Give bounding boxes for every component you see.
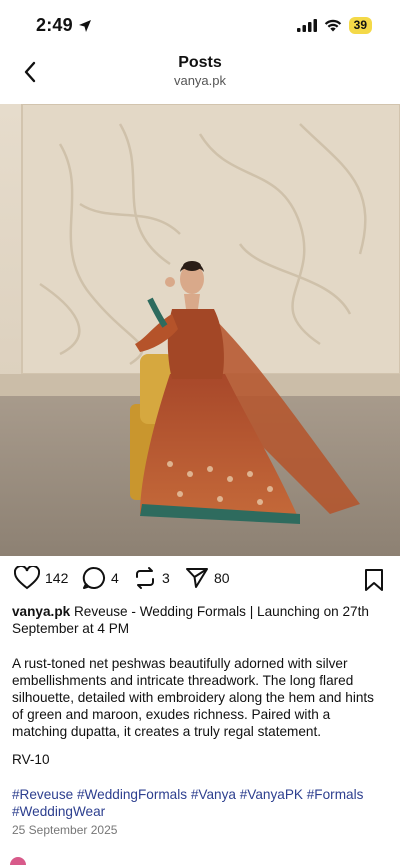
product-code: RV-10 <box>12 752 50 767</box>
status-time: 2:49 <box>36 15 92 36</box>
comment-count: 4 <box>111 570 119 586</box>
page-subtitle: vanya.pk <box>173 73 227 88</box>
battery-indicator: 39 <box>348 17 372 34</box>
page-title: Posts <box>178 54 222 71</box>
post-date: 25 September 2025 <box>12 823 118 837</box>
caption-username[interactable]: vanya.pk <box>12 604 70 619</box>
comment-icon <box>82 566 105 589</box>
action-bar: 142 4 3 80 <box>0 566 400 594</box>
like-count: 142 <box>45 570 69 586</box>
hashtags: #Reveuse #WeddingFormals #Vanya #VanyaPK… <box>12 786 387 820</box>
status-time-text: 2:49 <box>36 15 73 35</box>
hashtag-link[interactable]: #Vanya <box>191 787 236 802</box>
signal-icon <box>296 19 317 32</box>
hashtag-link[interactable]: #Reveuse <box>12 787 73 802</box>
send-icon <box>186 568 208 588</box>
wifi-icon <box>324 19 341 32</box>
bookmark-icon <box>365 569 383 591</box>
repost-count: 3 <box>162 570 170 586</box>
hashtag-link[interactable]: #WeddingWear <box>12 804 105 819</box>
nav-header: Posts vanya.pk <box>0 52 400 104</box>
avatar[interactable] <box>10 857 26 865</box>
post-description: A rust-toned net peshwas beautifully ado… <box>12 656 374 739</box>
post-photo <box>0 104 400 556</box>
hashtag-link[interactable]: #VanyaPK <box>240 787 303 802</box>
status-bar: 2:49 39 <box>0 0 400 52</box>
save-button[interactable] <box>364 568 384 597</box>
post-image[interactable] <box>0 104 400 556</box>
comment-button[interactable]: 4 <box>82 566 119 590</box>
heart-icon <box>14 566 40 590</box>
repost-icon <box>136 567 154 589</box>
hashtag-link[interactable]: #WeddingFormals <box>77 787 187 802</box>
status-indicators: 39 <box>296 17 372 34</box>
hashtag-link[interactable]: #Formals <box>307 787 364 802</box>
repost-button[interactable]: 3 <box>133 566 170 590</box>
location-arrow-icon <box>78 19 91 32</box>
share-button[interactable]: 80 <box>185 566 230 590</box>
post-caption: vanya.pk Reveuse - Wedding Formals | Lau… <box>12 603 382 637</box>
like-button[interactable]: 142 <box>14 566 68 590</box>
share-count: 80 <box>214 570 230 586</box>
